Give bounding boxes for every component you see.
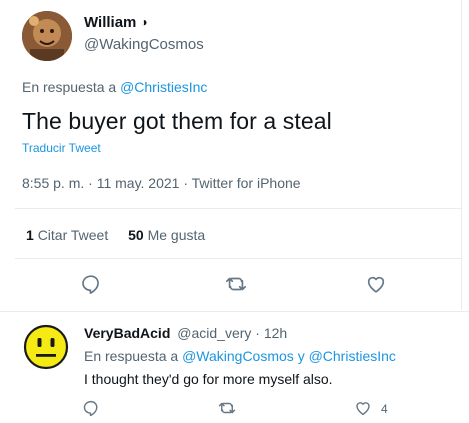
author-name[interactable]: William ◑ xyxy=(84,14,148,31)
reply-author-name[interactable]: VeryBadAcid xyxy=(84,325,170,341)
reply-text: I thought they'd go for more myself also… xyxy=(84,371,333,387)
reply-prefix: En respuesta a xyxy=(84,348,179,364)
reply-conjunction: y xyxy=(297,348,305,364)
reply-to-link-1[interactable]: @WakingCosmos xyxy=(182,348,294,364)
reply-author-avatar[interactable] xyxy=(22,323,70,371)
reply-like-button[interactable] xyxy=(354,399,372,422)
reply-icon xyxy=(82,275,99,294)
reply-to-link-2[interactable]: @ChristiesInc xyxy=(309,348,396,364)
quote-label: Citar Tweet xyxy=(37,227,109,243)
like-icon xyxy=(367,276,385,293)
like-count: 50 xyxy=(128,227,144,243)
retweet-button[interactable] xyxy=(225,273,247,300)
reply-tweet[interactable]: VeryBadAcid @acid_very · 12h En respuest… xyxy=(0,311,469,423)
quote-tweets-stat[interactable]: 1 Citar Tweet xyxy=(26,227,108,243)
reply-button[interactable] xyxy=(80,273,102,300)
like-icon xyxy=(356,402,370,416)
reply-context: En respuesta a @WakingCosmos y @Christie… xyxy=(84,348,396,364)
author-avatar[interactable] xyxy=(22,11,72,61)
like-label: Me gusta xyxy=(147,227,206,243)
tweet-text: The buyer got them for a steal xyxy=(22,108,332,134)
translate-tweet-link[interactable]: Traducir Tweet xyxy=(22,141,101,155)
reply-author-handle[interactable]: @acid_very · 12h xyxy=(177,325,287,341)
reply-to-link[interactable]: @ChristiesInc xyxy=(120,79,207,95)
tweet-stats: 1 Citar Tweet 50 Me gusta xyxy=(26,227,221,243)
tweet-timestamp[interactable]: 8:55 p. m. · 11 may. 2021 · Twitter for … xyxy=(22,175,301,191)
like-button[interactable] xyxy=(365,273,387,300)
author-name-text: William xyxy=(84,14,137,31)
reply-prefix: En respuesta a xyxy=(22,79,117,95)
main-tweet: William ◑ @WakingCosmos En respuesta a @C… xyxy=(0,0,462,310)
quote-count: 1 xyxy=(26,227,34,243)
moon-badge-icon: ◑ xyxy=(140,15,148,29)
retweet-icon xyxy=(226,277,246,291)
reply-like-count: 4 xyxy=(381,402,388,416)
reply-context: En respuesta a @ChristiesInc xyxy=(22,79,207,95)
retweet-icon xyxy=(218,402,236,414)
reply-author-header: VeryBadAcid @acid_very · 12h xyxy=(84,325,287,341)
reply-reply-button[interactable] xyxy=(82,399,100,422)
divider xyxy=(15,258,462,259)
author-handle[interactable]: @WakingCosmos xyxy=(84,36,204,53)
likes-stat[interactable]: 50 Me gusta xyxy=(128,227,205,243)
reply-retweet-button[interactable] xyxy=(218,399,236,422)
reply-icon xyxy=(83,400,98,417)
divider xyxy=(15,208,462,209)
